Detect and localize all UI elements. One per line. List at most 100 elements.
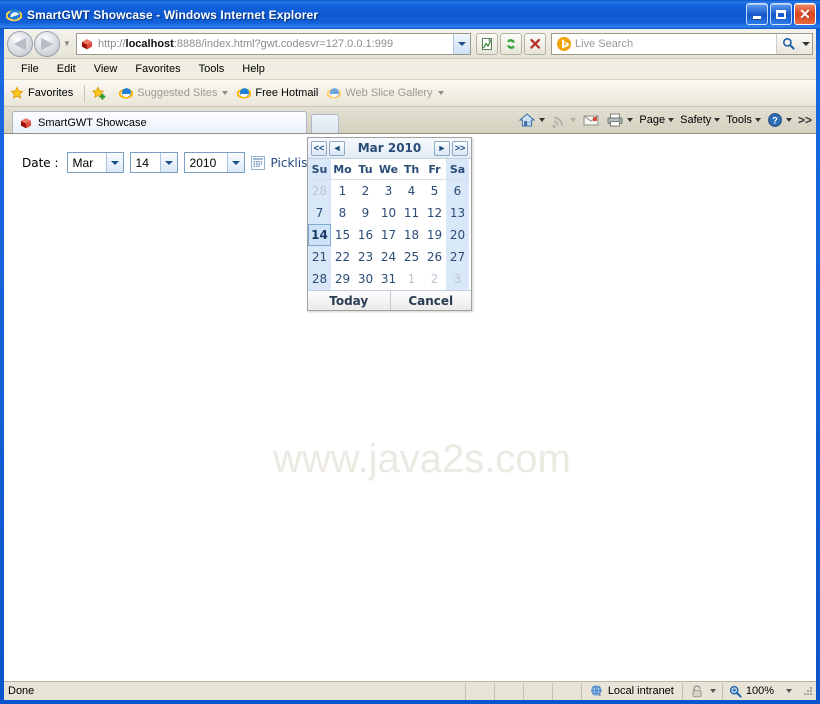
menu-view[interactable]: View (85, 61, 127, 77)
search-options-dropdown[interactable] (800, 33, 812, 54)
day-cell-3[interactable]: 3 (377, 180, 400, 202)
read-mail-button[interactable] (579, 113, 603, 127)
day-cell-19[interactable]: 19 (423, 224, 446, 246)
day-cell-24[interactable]: 24 (377, 246, 400, 268)
new-tab-button[interactable] (311, 114, 339, 133)
protected-mode-indicator[interactable] (683, 683, 722, 700)
day-cell-7[interactable]: 7 (308, 202, 331, 224)
day-cell-16[interactable]: 16 (354, 224, 377, 246)
today-button[interactable]: Today (308, 291, 390, 310)
home-button[interactable] (515, 112, 548, 128)
month-select[interactable]: Mar (66, 152, 124, 173)
day-cell-25[interactable]: 25 (400, 246, 423, 268)
security-zone-indicator[interactable]: Local intranet (582, 683, 682, 700)
day-cell-31[interactable]: 31 (377, 268, 400, 290)
day-cell-10[interactable]: 10 (377, 202, 400, 224)
suggested-sites-button[interactable]: Suggested Sites (119, 86, 229, 100)
divider (522, 682, 524, 700)
date-chooser-title[interactable]: Mar 2010 (345, 141, 434, 155)
day-cell-8[interactable]: 8 (331, 202, 354, 224)
menu-file[interactable]: File (12, 61, 48, 77)
day-cell-22[interactable]: 22 (331, 246, 354, 268)
command-bar-overflow-button[interactable]: >> (798, 113, 812, 127)
print-button[interactable] (603, 112, 636, 128)
compatibility-view-button[interactable] (476, 32, 498, 55)
close-button[interactable]: ✕ (794, 3, 816, 25)
search-input[interactable]: Live Search (575, 38, 776, 50)
menu-tools[interactable]: Tools (190, 61, 234, 77)
day-cell-17[interactable]: 17 (377, 224, 400, 246)
smartgwt-icon (80, 37, 94, 51)
day-cell-23[interactable]: 23 (354, 246, 377, 268)
day-cell-1[interactable]: 1 (331, 180, 354, 202)
minimize-button[interactable] (746, 3, 768, 25)
calendar-picker-icon[interactable] (250, 155, 265, 170)
tab-bar: SmartGWT Showcase Page Safety Tools ? >> (4, 107, 816, 133)
day-cell-5[interactable]: 5 (423, 180, 446, 202)
day-cell-29[interactable]: 29 (331, 268, 354, 290)
date-chooser-week-row: 21 22 23 24 25 26 27 (308, 246, 471, 268)
next-month-button[interactable]: ► (434, 140, 450, 156)
cancel-button[interactable]: Cancel (389, 291, 471, 310)
safety-menu-button[interactable]: Safety (677, 114, 723, 126)
menu-edit[interactable]: Edit (48, 61, 85, 77)
day-cell-30[interactable]: 30 (354, 268, 377, 290)
menu-help[interactable]: Help (233, 61, 274, 77)
page-menu-button[interactable]: Page (636, 114, 677, 126)
address-bar[interactable]: http://localhost:8888/index.html?gwt.cod… (76, 32, 471, 55)
month-select-arrow[interactable] (105, 153, 123, 172)
day-cell-18[interactable]: 18 (400, 224, 423, 246)
year-select-arrow[interactable] (226, 153, 244, 172)
day-cell-4[interactable]: 4 (400, 180, 423, 202)
prev-month-button[interactable]: ◄ (329, 140, 345, 156)
search-go-button[interactable] (776, 33, 800, 54)
chevron-down-icon (668, 118, 675, 122)
day-cell-9[interactable]: 9 (354, 202, 377, 224)
day-cell-1-other-month[interactable]: 1 (400, 268, 423, 290)
day-cell-28[interactable]: 28 (308, 268, 331, 290)
day-cell-14[interactable]: 14 (308, 224, 331, 246)
day-cell-27[interactable]: 27 (446, 246, 469, 268)
feeds-button[interactable] (548, 112, 579, 128)
divider (493, 682, 495, 700)
day-cell-2-other-month[interactable]: 2 (423, 268, 446, 290)
year-select[interactable]: 2010 (183, 152, 245, 173)
maximize-button[interactable] (770, 3, 792, 25)
free-hotmail-button[interactable]: Free Hotmail (237, 86, 318, 100)
weekday-header-we: We (377, 159, 400, 180)
forward-button[interactable]: ▶ (34, 30, 60, 57)
prev-year-button[interactable]: << (311, 140, 327, 156)
day-cell-13[interactable]: 13 (446, 202, 469, 224)
back-button[interactable]: ◀ (7, 30, 33, 57)
zoom-level-control[interactable]: 100% (723, 683, 798, 700)
window-title: SmartGWT Showcase - Windows Internet Exp… (27, 7, 319, 22)
day-cell-20[interactable]: 20 (446, 224, 469, 246)
help-menu-button[interactable]: ? (764, 112, 795, 128)
day-cell-15[interactable]: 15 (331, 224, 354, 246)
tab-smartgwt-showcase[interactable]: SmartGWT Showcase (12, 111, 307, 133)
day-select[interactable]: 14 (129, 152, 178, 173)
tools-menu-button[interactable]: Tools (723, 114, 764, 126)
search-box[interactable]: Live Search (551, 32, 813, 55)
day-cell-3-other-month[interactable]: 3 (446, 268, 469, 290)
web-slice-gallery-button[interactable]: Web Slice Gallery (327, 86, 444, 100)
day-cell-6[interactable]: 6 (446, 180, 469, 202)
chevron-down-icon (786, 689, 792, 693)
resize-grip[interactable] (802, 685, 814, 697)
day-cell-12[interactable]: 12 (423, 202, 446, 224)
menu-favorites[interactable]: Favorites (126, 61, 189, 77)
next-year-button[interactable]: >> (452, 140, 468, 156)
stop-button[interactable] (524, 32, 546, 55)
recent-pages-dropdown-icon[interactable]: ▼ (61, 39, 73, 48)
day-cell-21[interactable]: 21 (308, 246, 331, 268)
favorites-button[interactable]: Favorites (10, 86, 73, 100)
day-cell-2[interactable]: 2 (354, 180, 377, 202)
day-select-arrow[interactable] (159, 153, 177, 172)
mail-icon (583, 115, 599, 126)
refresh-button[interactable] (500, 32, 522, 55)
add-to-favorites-bar-button[interactable] (92, 86, 110, 100)
address-dropdown-button[interactable] (453, 33, 470, 54)
day-cell-28-other-month[interactable]: 28 (308, 180, 331, 202)
day-cell-26[interactable]: 26 (423, 246, 446, 268)
day-cell-11[interactable]: 11 (400, 202, 423, 224)
